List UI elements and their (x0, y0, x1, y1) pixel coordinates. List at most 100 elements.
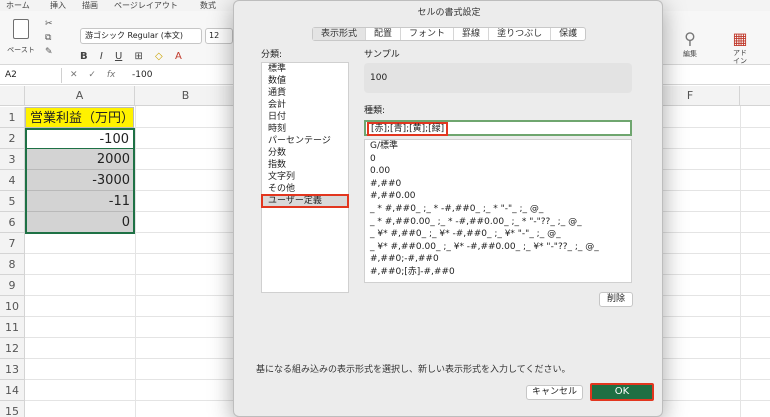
format-cells-dialog: セルの書式設定 表示形式 配置 フォント 罫線 塗りつぶし 保護 分類: 標準 … (233, 0, 663, 417)
format-code-item[interactable]: #,##0;[赤]-#,##0 (365, 266, 631, 279)
row-header[interactable]: 9 (0, 275, 25, 296)
row-header[interactable]: 12 (0, 338, 25, 359)
edit-label: 編集 (683, 50, 697, 58)
category-label: 分類: (261, 50, 283, 60)
tab-insert[interactable]: 挿入 (50, 0, 66, 11)
category-time[interactable]: 時刻 (262, 123, 348, 135)
format-painter-icon[interactable]: ✎ (45, 47, 53, 57)
category-list[interactable]: 標準 数値 通貨 会計 日付 時刻 パーセンテージ 分数 指数 文字列 その他 … (261, 62, 349, 293)
name-box[interactable]: A2 (0, 68, 62, 83)
format-code-item[interactable]: 0.00 (365, 165, 631, 178)
type-value: [赤];[青];[黄];[緑] (367, 122, 449, 136)
row-header[interactable]: 4 (0, 170, 25, 191)
row-header[interactable]: 1 (0, 107, 25, 128)
underline-button[interactable]: U (115, 51, 122, 62)
row-header[interactable]: 8 (0, 254, 25, 275)
tab-home[interactable]: ホーム (6, 0, 30, 11)
category-number[interactable]: 数値 (262, 75, 348, 87)
scissors-icon[interactable]: ✂ (45, 19, 53, 29)
tab-font[interactable]: フォント (401, 28, 455, 40)
format-code-item[interactable]: #,##0 (365, 178, 631, 191)
grid-line (135, 106, 136, 417)
cell-a5[interactable]: -11 (25, 191, 134, 212)
format-code-item[interactable]: #,##0;-#,##0 (365, 253, 631, 266)
row-header[interactable]: 5 (0, 191, 25, 212)
tab-draw[interactable]: 描画 (82, 0, 98, 11)
tab-formulas[interactable]: 数式 (200, 0, 216, 11)
row-header[interactable]: 13 (0, 359, 25, 380)
bold-button[interactable]: B (80, 51, 88, 62)
grid-line (740, 106, 741, 417)
font-size-select[interactable]: 12 (205, 28, 233, 44)
row-header[interactable]: 14 (0, 380, 25, 401)
cell-a1[interactable]: 営業利益（万円） (25, 107, 134, 128)
row-header[interactable]: 10 (0, 296, 25, 317)
tab-number-format[interactable]: 表示形式 (313, 28, 367, 40)
tab-fill[interactable]: 塗りつぶし (489, 28, 552, 40)
dialog-title: セルの書式設定 (417, 8, 481, 18)
row-header[interactable]: 3 (0, 149, 25, 170)
format-code-item[interactable]: _ ¥* #,##0.00_ ;_ ¥* -#,##0.00_ ;_ ¥* "-… (365, 241, 631, 254)
type-label: 種類: (364, 106, 386, 116)
row-header[interactable]: 6 (0, 212, 25, 233)
tab-border[interactable]: 罫線 (454, 28, 490, 40)
category-text[interactable]: 文字列 (262, 171, 348, 183)
row-header[interactable]: 11 (0, 317, 25, 338)
fx-icon[interactable]: fx (107, 70, 116, 80)
search-icon: ⚲ (684, 29, 696, 48)
sample-preview: 100 (364, 63, 632, 93)
row-header[interactable]: 2 (0, 128, 25, 149)
category-percentage[interactable]: パーセンテージ (262, 135, 348, 147)
confirm-icon[interactable]: ✓ (88, 70, 96, 80)
format-code-item[interactable]: _ * #,##0.00_ ;_ * -#,##0.00_ ;_ * "-"??… (365, 216, 631, 229)
addin-label: アド イン (733, 49, 747, 65)
tab-page-layout[interactable]: ページレイアウト (114, 0, 178, 11)
format-code-item[interactable]: _ ¥* #,##0_ ;_ ¥* -#,##0_ ;_ ¥* "-"_ ;_ … (365, 228, 631, 241)
cell-a4[interactable]: -3000 (25, 170, 134, 191)
tab-alignment[interactable]: 配置 (366, 28, 402, 40)
format-code-list[interactable]: G/標準 0 0.00 #,##0 #,##0.00 _ * #,##0_ ;_… (364, 139, 632, 283)
format-code-item[interactable]: #,##0.00 (365, 190, 631, 203)
format-code-item[interactable]: _ * #,##0_ ;_ * -#,##0_ ;_ * "-"_ ;_ @_ (365, 203, 631, 216)
cell-a6[interactable]: 0 (25, 212, 134, 233)
format-code-item[interactable]: G/標準 (365, 140, 631, 153)
ok-button[interactable]: OK (590, 383, 654, 401)
cancel-button[interactable]: キャンセル (526, 385, 583, 400)
category-accounting[interactable]: 会計 (262, 99, 348, 111)
format-buttons: B I U ⊞ ◇ A (80, 51, 191, 65)
select-all-corner[interactable] (0, 86, 25, 106)
cell-a2[interactable]: -100 (25, 128, 134, 149)
dialog-tabbar: 表示形式 配置 フォント 罫線 塗りつぶし 保護 (312, 27, 587, 41)
clipboard-icon (13, 19, 29, 39)
category-custom[interactable]: ユーザー定義 (261, 194, 349, 208)
row-header[interactable]: 15 (0, 401, 25, 417)
formula-controls: ✕ ✓ fx (70, 68, 123, 83)
addin-icon: ▦ (732, 29, 748, 48)
column-header-a[interactable]: A (25, 86, 135, 106)
cancel-icon[interactable]: ✕ (70, 70, 78, 80)
category-general[interactable]: 標準 (262, 63, 348, 75)
cell-a3[interactable]: 2000 (25, 149, 134, 170)
addin-button[interactable]: ▦ アド イン (722, 29, 758, 65)
paste-button[interactable]: ペースト (4, 15, 38, 59)
italic-button[interactable]: I (100, 51, 103, 62)
category-fraction[interactable]: 分数 (262, 147, 348, 159)
font-name-select[interactable]: 游ゴシック Regular (本文) (80, 28, 202, 44)
row-header[interactable]: 7 (0, 233, 25, 254)
font-color-button[interactable]: A (175, 51, 182, 62)
column-header-b[interactable]: B (135, 86, 237, 106)
tab-protection[interactable]: 保護 (551, 28, 585, 40)
edit-button[interactable]: ⚲ 編集 (672, 29, 708, 59)
fill-color-button[interactable]: ◇ (155, 51, 163, 62)
delete-button[interactable]: 削除 (599, 292, 633, 307)
formula-input[interactable]: -100 (132, 68, 152, 83)
type-input[interactable]: [赤];[青];[黄];[緑] (364, 120, 632, 136)
category-currency[interactable]: 通貨 (262, 87, 348, 99)
borders-button[interactable]: ⊞ (134, 51, 142, 62)
format-code-item[interactable]: 0 (365, 153, 631, 166)
copy-icon[interactable]: ⧉ (45, 33, 51, 43)
instruction-text: 基になる組み込みの表示形式を選択し、新しい表示形式を入力してください。 (256, 365, 571, 375)
category-special[interactable]: その他 (262, 183, 348, 195)
category-date[interactable]: 日付 (262, 111, 348, 123)
category-scientific[interactable]: 指数 (262, 159, 348, 171)
